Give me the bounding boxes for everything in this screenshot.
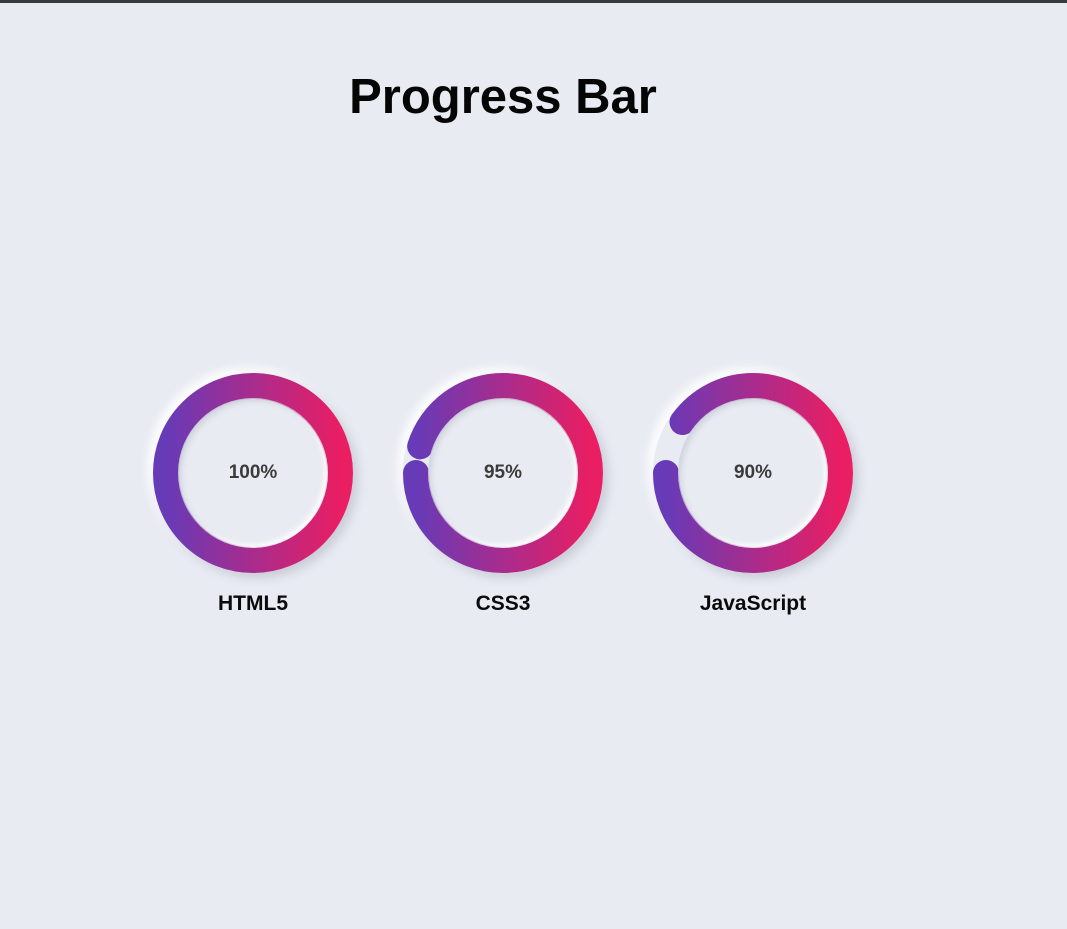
progress-card-javascript: 90% JavaScript [648, 368, 858, 616]
skill-label: HTML5 [218, 592, 288, 615]
progress-card-css3: 95% CSS3 [398, 368, 608, 616]
page-title: Progress Bar [349, 70, 657, 124]
progress-percent: 90% [733, 462, 773, 483]
progress-ring: 100% [148, 368, 358, 578]
skill-label: CSS3 [475, 592, 531, 615]
progress-ring: 90% [648, 368, 858, 578]
progress-percent: 95% [483, 462, 523, 483]
skill-label: JavaScript [699, 592, 807, 615]
progress-card-html5: 100% HTML5 [148, 368, 358, 616]
progress-percent: 100% [228, 462, 278, 483]
progress-ring: 95% [398, 368, 608, 578]
